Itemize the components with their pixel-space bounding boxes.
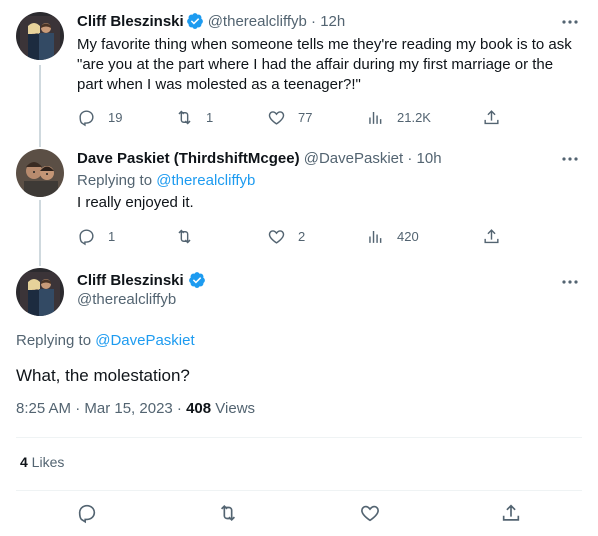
avatar-cliff[interactable] <box>16 12 64 60</box>
reply-icon <box>78 504 96 524</box>
share-button[interactable] <box>482 226 501 246</box>
reply-icon <box>79 109 94 126</box>
reply-button[interactable] <box>76 502 98 524</box>
like-count: 77 <box>298 109 313 125</box>
replying-to-label: Replying to <box>77 172 153 189</box>
views-button[interactable]: 420 <box>366 226 419 246</box>
tweet1-author-name[interactable]: Cliff Bleszinski <box>77 13 184 30</box>
tweet1-text: My favorite thing when someone tells me … <box>77 36 572 93</box>
tweet1-actions: 19 1 77 21.2K <box>77 107 507 127</box>
more-options-icon[interactable] <box>560 149 580 169</box>
reply-count: 19 <box>108 109 123 125</box>
verified-badge-icon <box>188 271 206 293</box>
share-icon <box>484 228 499 243</box>
tweet2-author-name[interactable]: Dave Paskiet (ThirdshiftMcgee) <box>77 150 300 167</box>
replying-to-link[interactable]: @DavePaskiet <box>95 332 194 349</box>
more-options-icon[interactable] <box>560 12 580 32</box>
main-meta: 8:25 AM · Mar 15, 2023 · 408 Views <box>16 400 255 417</box>
reply-count: 1 <box>108 228 116 244</box>
tweet2-handle[interactable]: @DavePaskiet <box>304 150 403 167</box>
views-count: 420 <box>397 228 419 244</box>
tweet2-text: I really enjoyed it. <box>77 194 194 211</box>
divider <box>16 490 582 491</box>
likes-summary[interactable]: 4 Likes <box>20 454 64 470</box>
tweet1-header: Cliff Bleszinski @therealcliffyb · 12h <box>77 12 345 36</box>
verified-badge-icon <box>186 12 204 36</box>
like-count: 2 <box>298 228 306 244</box>
separator-dot: · <box>306 13 321 30</box>
replying-to-label: Replying to <box>16 332 92 349</box>
avatar-cliff[interactable] <box>16 268 64 316</box>
reply-icon <box>79 228 94 245</box>
heart-icon <box>268 229 285 244</box>
likes-count: 4 <box>20 454 28 470</box>
separator-dot: · <box>403 150 417 167</box>
avatar-dave[interactable] <box>16 149 64 197</box>
main-author: Cliff Bleszinski <box>77 271 210 293</box>
reply-button[interactable]: 19 <box>77 107 122 127</box>
retweet-icon <box>178 110 191 124</box>
main-views-count: 408 <box>186 400 212 417</box>
views-chart-icon <box>369 111 382 124</box>
likes-label: Likes <box>27 454 65 470</box>
retweet-button[interactable] <box>217 502 239 524</box>
replying-to-link[interactable]: @therealcliffyb <box>156 172 255 189</box>
like-button[interactable]: 2 <box>267 226 305 246</box>
retweet-icon <box>178 229 191 243</box>
share-icon <box>502 504 520 521</box>
tweet2-actions: 1 2 420 <box>77 226 507 246</box>
retweet-button[interactable]: 1 <box>175 107 213 127</box>
views-button[interactable]: 21.2K <box>366 107 431 127</box>
share-button[interactable] <box>482 107 501 127</box>
tweet2-replying: Replying to @therealcliffyb <box>77 171 255 191</box>
main-replying: Replying to @DavePaskiet <box>16 332 195 349</box>
retweet-button[interactable] <box>175 226 206 246</box>
more-options-icon[interactable] <box>560 272 580 292</box>
heart-icon <box>361 505 379 522</box>
share-icon <box>484 109 499 124</box>
main-timestamp[interactable]: 8:25 AM · Mar 15, 2023 · <box>16 400 186 417</box>
main-author-name[interactable]: Cliff Bleszinski <box>77 272 184 289</box>
share-button[interactable] <box>500 502 522 524</box>
thread-connector <box>39 65 41 147</box>
tweet1-handle[interactable]: @therealcliffyb <box>208 13 307 30</box>
reply-button[interactable]: 1 <box>77 226 115 246</box>
thread-connector <box>39 200 41 266</box>
views-count: 21.2K <box>397 109 431 125</box>
tweet1-time[interactable]: 12h <box>320 13 345 30</box>
tweet2-header: Dave Paskiet (ThirdshiftMcgee) @DavePask… <box>77 149 442 169</box>
heart-icon <box>268 110 285 125</box>
divider <box>16 437 582 438</box>
main-handle[interactable]: @therealcliffyb <box>77 291 176 308</box>
main-text: What, the molestation? <box>16 366 190 385</box>
views-chart-icon <box>369 230 382 243</box>
like-button[interactable] <box>359 502 381 524</box>
retweet-icon <box>220 504 236 522</box>
tweet2-time[interactable]: 10h <box>417 150 442 167</box>
like-button[interactable]: 77 <box>267 107 312 127</box>
main-views-label: Views <box>211 400 256 417</box>
retweet-count: 1 <box>206 109 214 125</box>
